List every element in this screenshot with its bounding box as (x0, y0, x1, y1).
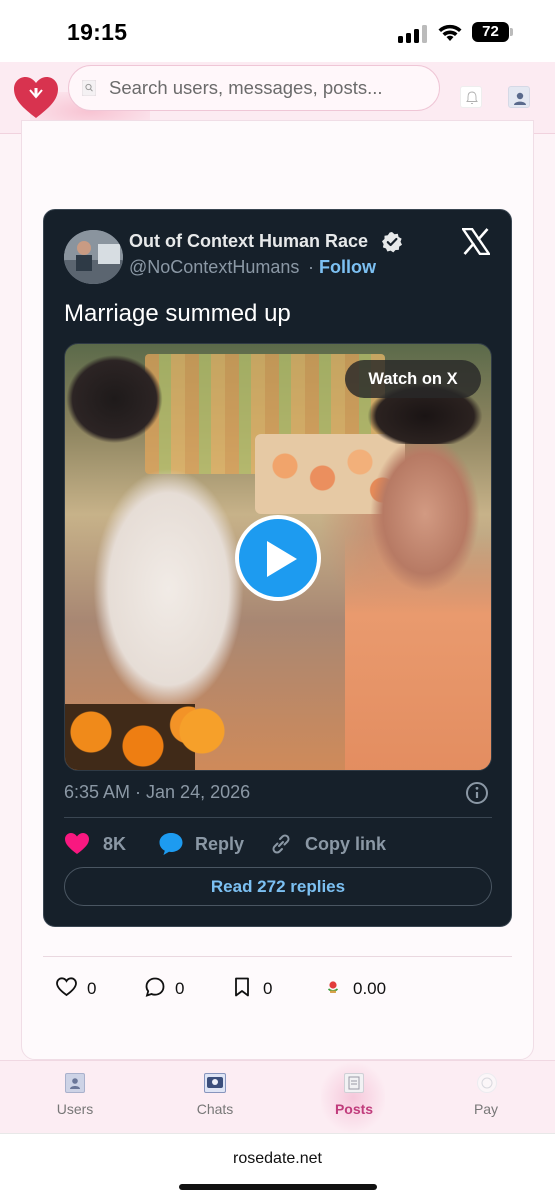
verified-badge-icon (382, 232, 402, 253)
bookmark-icon (235, 977, 249, 997)
bell-icon[interactable] (460, 86, 482, 108)
tweet-divider (64, 817, 492, 818)
url-text[interactable]: rosedate.net (0, 1150, 555, 1168)
post-comment-count: 0 (175, 979, 185, 998)
wifi-icon (438, 24, 462, 41)
battery-indicator: 72 (472, 22, 509, 42)
follow-link[interactable]: Follow (319, 257, 376, 278)
tab-users-label: Users (56, 1101, 94, 1117)
profile-icon[interactable] (508, 86, 530, 108)
tweet-copy-link-label: Copy link (305, 834, 387, 854)
search-input[interactable] (109, 66, 429, 109)
x-logo-icon[interactable] (462, 228, 490, 255)
comment-icon (145, 977, 165, 997)
bottom-tab-bar: Users Chats Posts Pay (0, 1060, 555, 1134)
tab-pay[interactable]: Pay (441, 1061, 531, 1134)
watch-on-x-button[interactable]: Watch on X (345, 360, 481, 398)
tweet-like-button[interactable]: 8K (64, 832, 134, 856)
status-time: 19:15 (67, 19, 128, 45)
tweet-like-count: 8K (103, 834, 127, 854)
browser-url-bar[interactable]: rosedate.net (0, 1133, 555, 1200)
users-icon (65, 1073, 85, 1093)
battery-cap (510, 28, 513, 36)
home-indicator[interactable] (179, 1184, 377, 1190)
link-icon (272, 834, 290, 854)
post-tip-button[interactable]: 0.00 (325, 977, 395, 999)
heart-logo-icon[interactable] (13, 76, 59, 120)
handle-separator: · (308, 257, 314, 277)
tweet-author-handle[interactable]: @NoContextHumans (129, 257, 299, 278)
post-bookmark-button[interactable]: 0 (234, 977, 284, 999)
post-like-button[interactable]: 0 (56, 977, 106, 999)
tab-chats[interactable]: Chats (170, 1061, 260, 1134)
video-frame-oranges (65, 704, 195, 770)
heart-outline-icon (56, 977, 77, 997)
chats-icon (204, 1073, 226, 1093)
post-comment-button[interactable]: 0 (145, 977, 195, 999)
signal-bars-icon (398, 25, 428, 43)
tweet-text: Marriage summed up (64, 300, 291, 327)
tweet-reply-button[interactable]: Reply (158, 832, 248, 856)
search-box[interactable] (68, 65, 440, 111)
tab-chats-label: Chats (196, 1101, 234, 1117)
tweet-author-avatar[interactable] (64, 230, 123, 284)
tweet-timestamp[interactable]: 6:35 AM · Jan 24, 2026 (64, 782, 250, 803)
tab-pay-label: Pay (473, 1101, 499, 1117)
pay-icon (477, 1073, 497, 1093)
info-icon[interactable] (465, 781, 489, 805)
tweet-author-name[interactable]: Out of Context Human Race (129, 231, 368, 252)
video-frame-hair (65, 344, 175, 444)
post-tip-amount: 0.00 (353, 979, 387, 998)
heart-filled-icon (65, 833, 89, 854)
rose-icon (327, 981, 339, 993)
embedded-tweet[interactable]: Out of Context Human Race @NoContextHuma… (43, 209, 512, 927)
read-replies-button[interactable]: Read 272 replies (64, 867, 492, 906)
tweet-reply-label: Reply (195, 834, 245, 854)
tab-users[interactable]: Users (30, 1061, 120, 1134)
search-icon (82, 80, 96, 96)
play-icon[interactable] (235, 515, 321, 601)
post-divider (43, 956, 512, 957)
tweet-copy-link-button[interactable]: Copy link (269, 832, 389, 856)
video-frame-orange (177, 706, 227, 756)
tab-posts-label: Posts (334, 1101, 374, 1117)
tweet-video[interactable]: Watch on X (64, 343, 492, 771)
status-bar: 19:15 72 (0, 0, 555, 62)
speech-bubble-icon (159, 833, 183, 855)
post-like-count: 0 (87, 979, 97, 998)
posts-icon (344, 1073, 364, 1093)
tab-posts[interactable]: Posts (309, 1061, 399, 1134)
post-bookmark-count: 0 (263, 979, 273, 998)
